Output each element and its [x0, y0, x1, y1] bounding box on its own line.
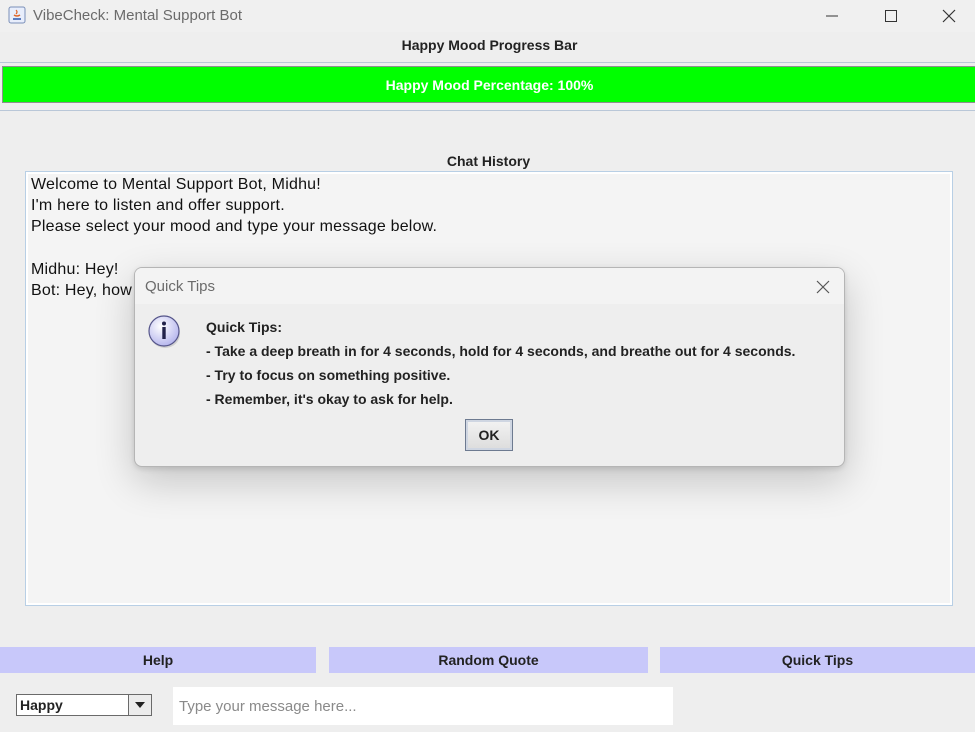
- dialog-close-button[interactable]: [814, 278, 832, 296]
- mood-select-value: Happy: [20, 697, 63, 713]
- close-icon: [816, 280, 830, 294]
- tips-heading: Quick Tips:: [206, 319, 282, 335]
- chat-line: Please select your mood and type your me…: [31, 218, 438, 235]
- minimize-icon: [826, 15, 838, 17]
- chat-history-label: Chat History: [446, 153, 531, 169]
- quick-tips-button[interactable]: Quick Tips: [660, 647, 975, 673]
- chevron-down-icon: [135, 702, 145, 708]
- help-button[interactable]: Help: [0, 647, 316, 673]
- tip-item: - Try to focus on something positive.: [206, 367, 451, 383]
- dialog-title: Quick Tips: [145, 278, 216, 295]
- info-icon: [147, 314, 183, 350]
- message-input[interactable]: [173, 687, 673, 725]
- quick-tips-dialog: Quick Tips Quick Tips: - Take a deep bre…: [134, 267, 845, 467]
- java-app-icon: [8, 6, 26, 24]
- chat-line: Welcome to Mental Support Bot, Midhu!: [31, 176, 321, 193]
- close-button[interactable]: [920, 0, 975, 32]
- progress-section-label: Happy Mood Progress Bar: [401, 37, 578, 53]
- chat-line: I'm here to listen and offer support.: [31, 197, 285, 214]
- chat-line: Bot: Hey, how: [31, 282, 133, 299]
- happy-mood-progress-bar: Happy Mood Percentage: 100%: [2, 66, 975, 103]
- window-title: VibeCheck: Mental Support Bot: [33, 7, 243, 24]
- progress-text: Happy Mood Percentage: 100%: [385, 76, 594, 93]
- mood-dropdown-button[interactable]: [128, 695, 151, 715]
- dialog-title-bar: [135, 268, 844, 304]
- close-icon: [942, 9, 956, 23]
- maximize-icon: [885, 10, 897, 22]
- tip-item: - Take a deep breath in for 4 seconds, h…: [206, 343, 796, 359]
- chat-line: Midhu: Hey!: [31, 261, 119, 278]
- mood-select[interactable]: Happy: [16, 694, 152, 716]
- ok-button[interactable]: OK: [465, 419, 513, 451]
- random-quote-button[interactable]: Random Quote: [329, 647, 648, 673]
- maximize-button[interactable]: [862, 0, 920, 32]
- progress-panel: Happy Mood Percentage: 100%: [0, 62, 975, 111]
- tip-item: - Remember, it's okay to ask for help.: [206, 391, 453, 407]
- title-bar: VibeCheck: Mental Support Bot: [0, 0, 975, 32]
- minimize-button[interactable]: [803, 0, 861, 32]
